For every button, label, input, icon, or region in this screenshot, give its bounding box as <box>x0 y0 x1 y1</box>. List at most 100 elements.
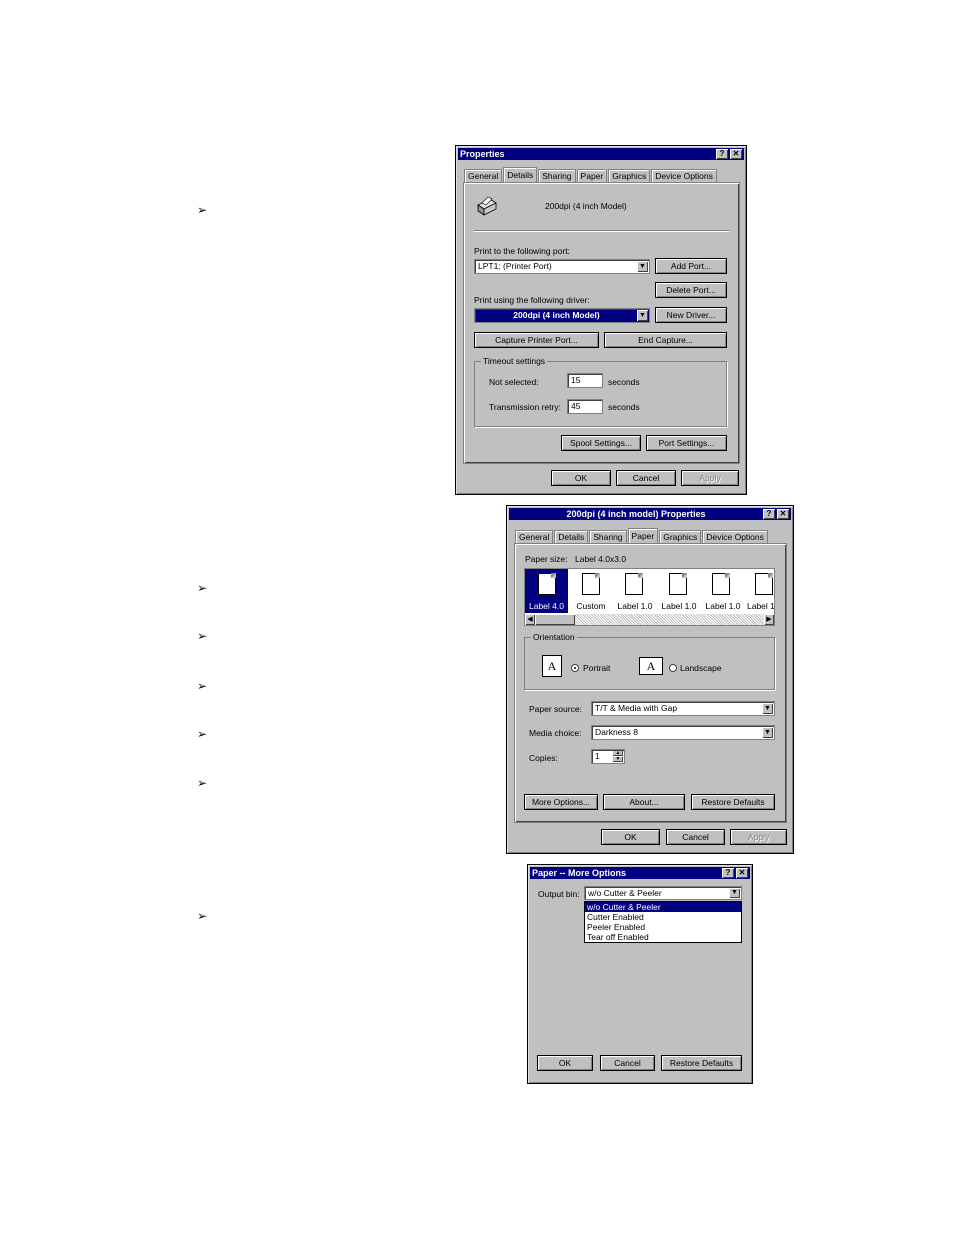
tab-general[interactable]: General <box>515 530 554 543</box>
not-selected-label: Not selected: <box>489 377 539 387</box>
tab-device-options[interactable]: Device Options <box>651 169 717 182</box>
transmission-retry-label: Transmission retry: <box>489 402 561 412</box>
help-icon[interactable]: ? <box>722 868 734 878</box>
port-select[interactable]: LPT1: (Printer Port) ▼ <box>474 259 650 274</box>
driver-label: Print using the following driver: <box>474 295 590 305</box>
not-selected-input[interactable]: 15 <box>567 373 603 388</box>
driver-select[interactable]: 200dpi (4 inch Model) ▼ <box>474 308 650 323</box>
cancel-button[interactable]: Cancel <box>616 470 676 486</box>
ok-button[interactable]: OK <box>537 1055 593 1071</box>
output-bin-dropdown-list[interactable]: w/o Cutter & Peeler Cutter Enabled Peele… <box>584 901 742 943</box>
scroll-left-icon[interactable]: ◀ <box>525 614 535 625</box>
dialog-title: Properties <box>460 149 505 159</box>
printer-name: 200dpi (4 inch Model) <box>545 201 627 211</box>
ok-button[interactable]: OK <box>601 829 660 845</box>
list-item[interactable]: Tear off Enabled <box>585 932 741 942</box>
list-item[interactable]: Cutter Enabled <box>585 912 741 922</box>
list-item[interactable]: w/o Cutter & Peeler <box>585 902 741 912</box>
help-icon[interactable]: ? <box>763 509 775 519</box>
paper-source-select[interactable]: T/T & Media with Gap ▼ <box>591 701 775 716</box>
close-icon[interactable]: ✕ <box>777 509 789 519</box>
tab-strip: General Details Sharing Paper Graphics D… <box>515 528 769 543</box>
close-icon[interactable]: ✕ <box>730 149 742 159</box>
cancel-button[interactable]: Cancel <box>666 829 725 845</box>
restore-defaults-button[interactable]: Restore Defaults <box>691 794 775 810</box>
paper-icon <box>625 573 643 595</box>
chevron-down-icon[interactable]: ▼ <box>762 727 773 738</box>
tab-sharing[interactable]: Sharing <box>589 530 627 543</box>
seconds-label: seconds <box>608 402 640 412</box>
close-icon[interactable]: ✕ <box>736 868 748 878</box>
tab-general[interactable]: General <box>464 169 503 182</box>
scroll-thumb[interactable] <box>535 614 575 625</box>
delete-port-button[interactable]: Delete Port... <box>655 282 727 298</box>
orientation-group: Orientation A Portrait A Landscape <box>524 632 775 690</box>
tab-paper[interactable]: Paper <box>627 528 659 543</box>
media-choice-value: Darkness 8 <box>595 727 638 737</box>
transmission-retry-input[interactable]: 45 <box>567 399 603 414</box>
tab-graphics[interactable]: Graphics <box>659 530 702 543</box>
dialog-title: 200dpi (4 inch model) Properties <box>566 509 706 519</box>
paper-source-label: Paper source: <box>529 704 582 714</box>
portrait-radio[interactable] <box>571 664 579 672</box>
tab-device-options[interactable]: Device Options <box>702 530 768 543</box>
printer-icon <box>474 195 498 217</box>
horizontal-scrollbar[interactable]: ◀ ▶ <box>525 614 774 625</box>
list-item[interactable]: Peeler Enabled <box>585 922 741 932</box>
tab-sharing[interactable]: Sharing <box>538 169 576 182</box>
chevron-down-icon[interactable]: ▼ <box>637 310 648 321</box>
stepper-down-icon[interactable]: ▼ <box>613 757 623 762</box>
apply-button[interactable]: Apply <box>730 829 787 845</box>
tab-graphics[interactable]: Graphics <box>608 169 651 182</box>
chevron-down-icon[interactable]: ▼ <box>637 261 648 272</box>
paper-item-label[interactable]: Label 1.0 <box>701 601 745 611</box>
paper-icon <box>669 573 687 595</box>
landscape-radio[interactable] <box>669 664 677 672</box>
restore-defaults-button[interactable]: Restore Defaults <box>661 1055 742 1071</box>
bullet-marker: ➢ <box>197 581 208 595</box>
output-bin-select[interactable]: w/o Cutter & Peeler ▼ <box>584 886 742 900</box>
tab-details[interactable]: Details <box>503 167 538 182</box>
paper-icon <box>755 573 773 595</box>
scroll-right-icon[interactable]: ▶ <box>764 614 774 625</box>
portrait-label[interactable]: Portrait <box>583 663 610 673</box>
paper-icon <box>538 573 556 595</box>
title-bar: 200dpi (4 inch model) Properties ? ✕ <box>509 508 791 520</box>
port-settings-button[interactable]: Port Settings... <box>646 435 727 451</box>
port-label: Print to the following port: <box>474 246 570 256</box>
portrait-icon: A <box>542 655 562 677</box>
spool-settings-button[interactable]: Spool Settings... <box>561 435 641 451</box>
new-driver-button[interactable]: New Driver... <box>655 307 727 323</box>
end-capture-button[interactable]: End Capture... <box>604 332 727 348</box>
paper-item-label[interactable]: Label 4.0 <box>525 601 568 611</box>
copies-stepper[interactable]: 1 ▲ ▼ <box>591 749 625 764</box>
chevron-down-icon[interactable]: ▼ <box>729 888 740 898</box>
tab-strip: General Details Sharing Paper Graphics D… <box>464 167 718 182</box>
driver-select-value: 200dpi (4 inch Model) <box>513 310 600 320</box>
help-icon[interactable]: ? <box>716 149 728 159</box>
dialog-title: Paper -- More Options <box>532 868 627 878</box>
add-port-button[interactable]: Add Port... <box>655 258 727 274</box>
paper-item-label[interactable]: Label 1.0 <box>657 601 701 611</box>
tab-details[interactable]: Details <box>554 530 589 543</box>
paper-item-label[interactable]: Label 1 <box>743 601 774 611</box>
paper-size-list[interactable]: Label 4.0 Custom Label 1.0 Label 1.0 Lab… <box>524 568 775 626</box>
printer-properties-dialog: Properties ? ✕ General Details Sharing P… <box>455 145 747 495</box>
paper-item-label[interactable]: Label 1.0 <box>613 601 657 611</box>
about-button[interactable]: About... <box>603 794 685 810</box>
timeout-settings-title: Timeout settings <box>481 356 548 366</box>
paper-item-label[interactable]: Custom <box>569 601 613 611</box>
more-options-button[interactable]: More Options... <box>524 794 598 810</box>
paper-size-label: Paper size: <box>525 554 568 564</box>
cancel-button[interactable]: Cancel <box>600 1055 655 1071</box>
capture-printer-port-button[interactable]: Capture Printer Port... <box>474 332 599 348</box>
media-choice-label: Media choice: <box>529 728 582 738</box>
ok-button[interactable]: OK <box>551 470 611 486</box>
tab-paper[interactable]: Paper <box>576 169 608 182</box>
landscape-label[interactable]: Landscape <box>680 663 722 673</box>
output-bin-value: w/o Cutter & Peeler <box>588 888 662 898</box>
media-choice-select[interactable]: Darkness 8 ▼ <box>591 725 775 740</box>
apply-button[interactable]: Apply <box>681 470 739 486</box>
chevron-down-icon[interactable]: ▼ <box>762 703 773 714</box>
paper-source-value: T/T & Media with Gap <box>595 703 678 713</box>
